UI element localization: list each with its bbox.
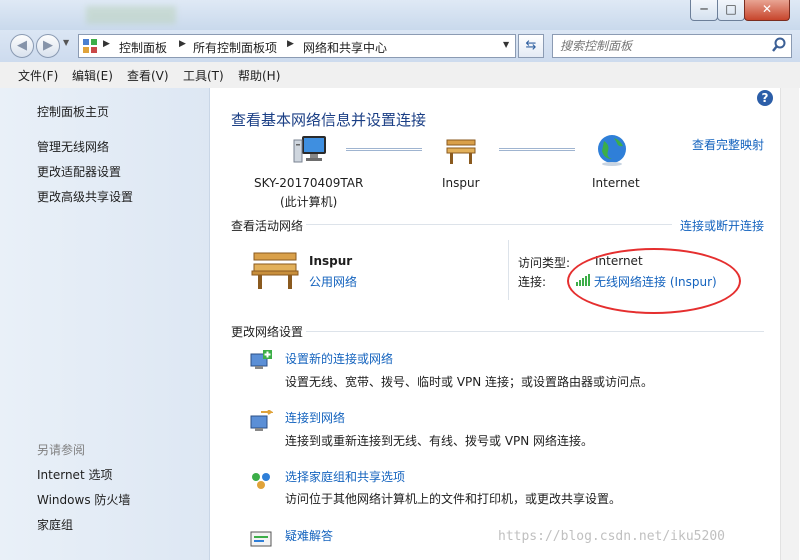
menu-help[interactable]: 帮助(H): [238, 67, 280, 84]
divider: [306, 331, 764, 332]
navigation-bar: ◀ ▶ ▼ ▶ 控制面板 ▶ 所有控制面板项 ▶ 网络和共享中心 ▼ ⇆: [0, 30, 800, 62]
highlight-oval: [567, 248, 741, 314]
breadcrumb-network-center[interactable]: 网络和共享中心: [303, 39, 387, 56]
back-button[interactable]: ◀: [10, 34, 34, 58]
help-icon[interactable]: ?: [757, 90, 773, 106]
breadcrumb-all-items[interactable]: 所有控制面板项: [193, 39, 277, 56]
task-connect-network-link[interactable]: 连接到网络: [285, 409, 345, 426]
minimize-button[interactable]: ─: [690, 0, 718, 21]
page-title: 查看基本网络信息并设置连接: [231, 111, 427, 129]
vertical-divider: [508, 240, 509, 300]
internet-globe-icon[interactable]: [596, 133, 628, 167]
forward-button[interactable]: ▶: [36, 34, 60, 58]
homegroup-icon[interactable]: [249, 469, 273, 491]
vertical-scrollbar[interactable]: [780, 88, 799, 560]
see-also-heading: 另请参阅: [37, 443, 86, 457]
sidebar-item-internet-options[interactable]: Internet 选项: [37, 466, 112, 483]
menu-tools[interactable]: 工具(T): [183, 67, 224, 84]
breadcrumb-separator-icon[interactable]: ▶: [103, 39, 110, 49]
sidebar-item-manage-wireless[interactable]: 管理无线网络: [37, 138, 109, 155]
full-map-link[interactable]: 查看完整映射: [692, 136, 764, 153]
search-box[interactable]: [552, 34, 792, 58]
connect-disconnect-link[interactable]: 连接或断开连接: [680, 217, 764, 234]
breadcrumb-control-panel[interactable]: 控制面板: [119, 39, 167, 56]
active-networks-heading: 查看活动网络: [231, 219, 304, 233]
troubleshoot-icon[interactable]: [249, 528, 273, 550]
task-homegroup-desc: 访问位于其他网络计算机上的文件和打印机，或更改共享设置。: [285, 492, 622, 506]
address-bar[interactable]: ▶ 控制面板 ▶ 所有控制面板项 ▶ 网络和共享中心 ▼: [78, 34, 516, 58]
refresh-button[interactable]: ⇆: [518, 34, 544, 58]
sidebar-item-firewall[interactable]: Windows 防火墙: [37, 491, 130, 508]
task-setup-connection-link[interactable]: 设置新的连接或网络: [285, 350, 393, 367]
recent-pages-chevron-icon[interactable]: ▼: [63, 38, 69, 47]
change-settings-heading: 更改网络设置: [231, 325, 304, 339]
connection-line: [499, 148, 575, 151]
address-dropdown-chevron-icon[interactable]: ▼: [503, 40, 509, 49]
watermark-text: https://blog.csdn.net/iku5200: [498, 529, 725, 544]
task-homegroup-link[interactable]: 选择家庭组和共享选项: [285, 468, 405, 485]
maximize-button[interactable]: □: [717, 0, 745, 21]
network-bench-icon[interactable]: [444, 136, 478, 166]
task-setup-connection-desc: 设置无线、宽带、拨号、临时或 VPN 连接；或设置路由器或访问点。: [285, 375, 654, 389]
network-category-link[interactable]: 公用网络: [309, 273, 357, 290]
sidebar-item-adapter-settings[interactable]: 更改适配器设置: [37, 163, 121, 180]
task-connect-network-desc: 连接到或重新连接到无线、有线、拨号或 VPN 网络连接。: [285, 434, 594, 448]
computer-name-label: SKY-20170409TAR: [254, 176, 364, 190]
divider: [306, 224, 672, 225]
task-troubleshoot-link[interactable]: 疑难解答: [285, 527, 333, 544]
menu-edit[interactable]: 编辑(E): [72, 67, 113, 84]
search-icon[interactable]: [771, 37, 787, 53]
title-bar: ─ □ ✕: [0, 0, 800, 30]
control-panel-icon: [82, 38, 98, 54]
search-input[interactable]: [558, 38, 762, 54]
connection-label: 连接:: [518, 275, 547, 289]
sidebar-item-advanced-sharing[interactable]: 更改高级共享设置: [37, 188, 133, 205]
connection-line: [346, 148, 422, 151]
computer-sub-label: (此计算机): [280, 195, 338, 209]
network-map-label: Inspur: [442, 176, 480, 190]
access-type-label: 访问类型:: [518, 256, 571, 270]
active-network-name: Inspur: [309, 254, 353, 268]
breadcrumb-separator-icon[interactable]: ▶: [179, 39, 186, 49]
breadcrumb-separator-icon[interactable]: ▶: [287, 39, 294, 49]
sidebar: 控制面板主页 管理无线网络 更改适配器设置 更改高级共享设置 另请参阅 Inte…: [0, 88, 210, 560]
sidebar-home-link[interactable]: 控制面板主页: [37, 103, 109, 120]
connect-network-icon[interactable]: [249, 409, 275, 432]
window-icon-blur: [86, 6, 176, 24]
internet-map-label: Internet: [592, 176, 640, 190]
new-connection-icon[interactable]: [249, 350, 273, 372]
menu-bar: 文件(F) 编辑(E) 查看(V) 工具(T) 帮助(H): [0, 62, 800, 89]
computer-icon[interactable]: [292, 134, 328, 166]
close-button[interactable]: ✕: [744, 0, 790, 21]
menu-file[interactable]: 文件(F): [18, 67, 58, 84]
menu-view[interactable]: 查看(V): [127, 67, 169, 84]
active-network-bench-icon: [250, 249, 300, 291]
sidebar-item-homegroup[interactable]: 家庭组: [37, 516, 73, 533]
